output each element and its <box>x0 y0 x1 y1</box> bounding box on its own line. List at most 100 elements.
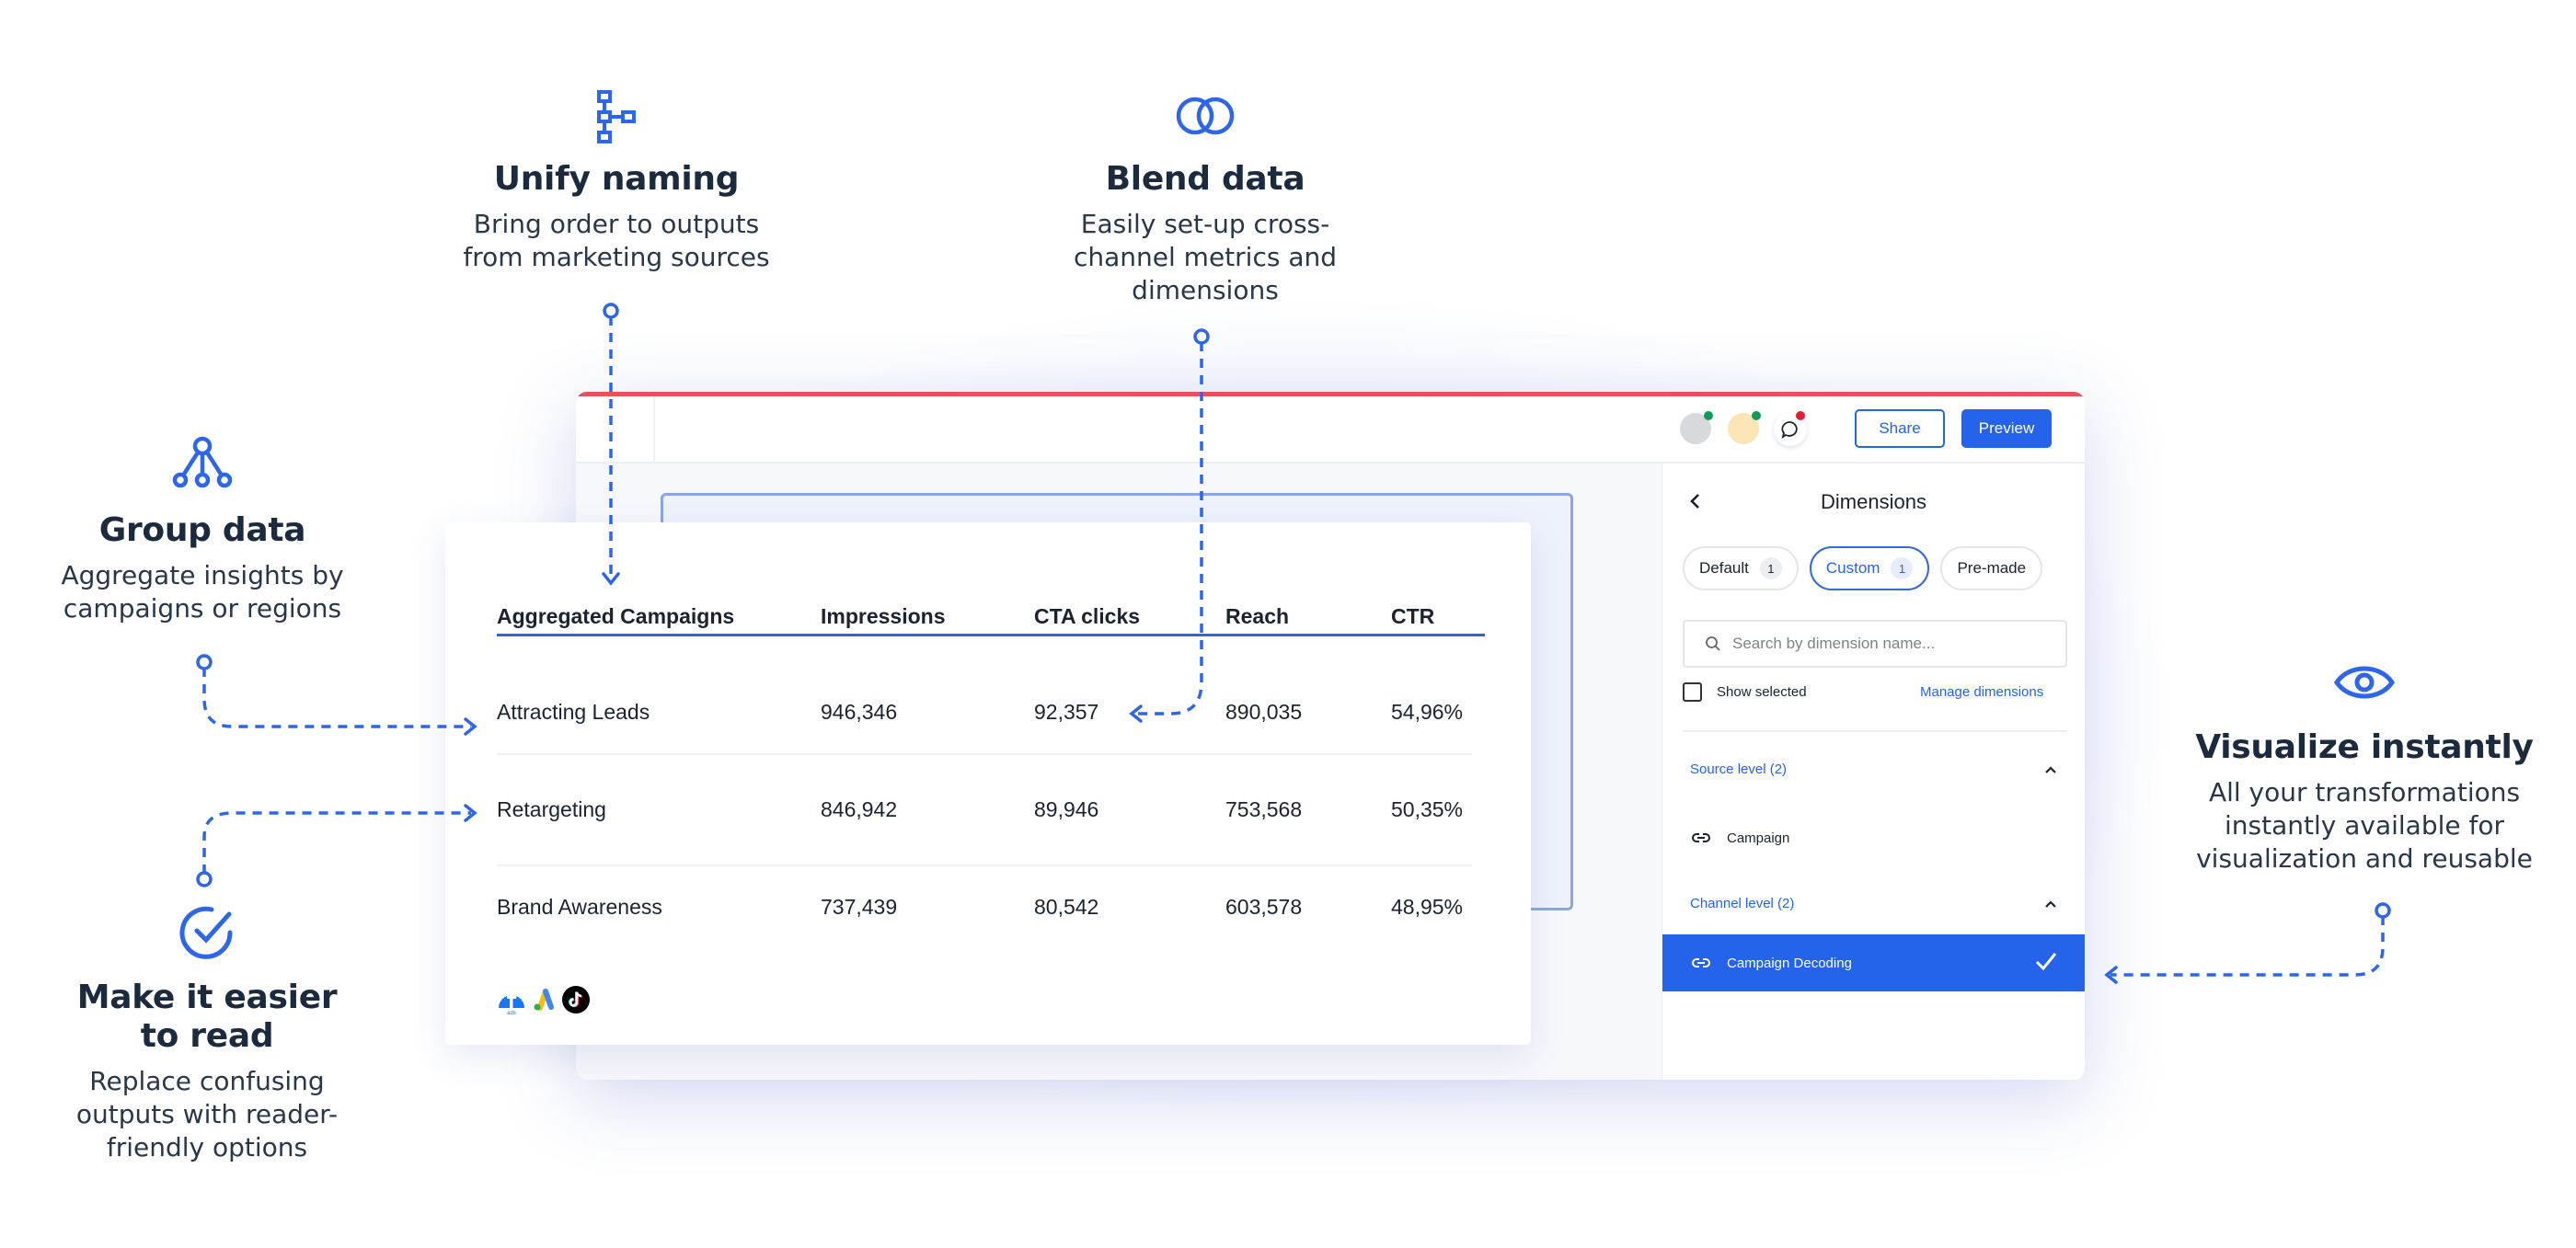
feature-title: Unify naming <box>493 160 740 198</box>
preview-button[interactable]: Preview <box>1961 409 2052 448</box>
divider <box>1683 730 2067 732</box>
show-selected-toggle[interactable]: Show selected <box>1683 682 1807 702</box>
desc-line: from marketing sources <box>463 242 770 272</box>
column-header[interactable]: Impressions <box>821 604 1034 629</box>
search-icon <box>1706 636 1720 651</box>
desc-line: Aggregate insights by <box>61 560 344 590</box>
tab-pre-made[interactable]: Pre-made <box>1940 546 2043 590</box>
cell-impressions: 946,346 <box>821 699 898 724</box>
connector-group-data <box>202 668 471 728</box>
connector-anchor <box>1193 328 1210 345</box>
desc-line: dimensions <box>1132 275 1279 305</box>
dimension-label: Campaign <box>1727 830 1790 846</box>
cell-campaign: Retargeting <box>497 796 606 821</box>
desc-line: channel metrics and <box>1073 242 1338 272</box>
group-header-source-level[interactable]: Source level (2) <box>1690 761 2058 777</box>
group-label: Channel level (2) <box>1690 896 1795 911</box>
cell-reach: 753,568 <box>1225 796 1303 821</box>
connector-anchor <box>196 654 213 670</box>
title-line: Make it easier <box>76 979 338 1016</box>
cell-ctr: 50,35% <box>1391 796 1464 821</box>
cell-cta-clicks: 89,946 <box>1034 796 1099 821</box>
connector-visualize <box>2110 916 2385 977</box>
tab-count-badge: 1 <box>1759 557 1782 579</box>
tab-count-badge: 1 <box>1891 557 1914 579</box>
desc-line: instantly available for <box>2224 810 2504 841</box>
feature-blend-data: Blend data Easily set-up cross- channel … <box>1049 96 1362 307</box>
tab-label: Default <box>1699 559 1749 577</box>
tree-nodes-icon <box>172 436 233 488</box>
feature-title: Make it easier to read <box>55 979 359 1056</box>
overlapping-circles-icon <box>1176 97 1235 135</box>
feature-description: All your transformations instantly avail… <box>2162 776 2567 876</box>
column-header[interactable]: CTA clicks <box>1034 604 1225 629</box>
topbar-left-segment <box>576 396 655 464</box>
eye-icon <box>2334 666 2395 699</box>
feature-description: Replace confusing outputs with reader- f… <box>55 1065 359 1164</box>
table-row[interactable]: Brand Awareness 737,439 80,542 603,578 4… <box>497 888 1472 925</box>
panel-title: Dimensions <box>1821 490 1926 513</box>
facebook-ads-caption: ads <box>507 1011 516 1015</box>
show-selected-checkbox[interactable] <box>1683 682 1702 702</box>
connector-anchor <box>603 303 619 319</box>
aggregated-campaigns-table: Aggregated Campaigns Impressions CTA cli… <box>445 522 1531 1045</box>
feature-description: Aggregate insights by campaigns or regio… <box>55 559 350 625</box>
chat-bubble-icon <box>1781 421 1798 439</box>
desc-line: visualization and reusable <box>2196 843 2533 874</box>
dimension-search-input[interactable] <box>1732 635 2045 653</box>
table-row[interactable]: Attracting Leads 946,346 92,357 890,035 … <box>497 693 1472 730</box>
online-status-dot <box>1752 411 1761 420</box>
chevron-up-icon[interactable] <box>2043 764 2058 775</box>
comments-button[interactable] <box>1774 411 1807 446</box>
tab-label: Custom <box>1825 559 1880 577</box>
app-topbar: Share Preview <box>576 392 2085 464</box>
tab-custom[interactable]: Custom 1 <box>1809 546 1930 590</box>
facebook-ads-icon: ads <box>499 989 524 1015</box>
cell-cta-clicks: 92,357 <box>1034 699 1099 724</box>
table-row[interactable]: Retargeting 846,942 89,946 753,568 50,35… <box>497 791 1472 828</box>
connector-anchor <box>2375 902 2391 919</box>
dimension-label: Campaign Decoding <box>1727 955 1852 971</box>
cell-cta-clicks: 80,542 <box>1034 894 1099 919</box>
group-header-channel-level[interactable]: Channel level (2) <box>1690 896 2058 911</box>
header-underline <box>497 634 1485 636</box>
avatar[interactable] <box>1728 411 1761 444</box>
column-header[interactable]: Aggregated Campaigns <box>497 604 821 629</box>
desc-line: Bring order to outputs <box>473 209 760 239</box>
link-icon <box>1692 958 1710 967</box>
tab-label: Pre-made <box>1957 559 2027 577</box>
dimensions-panel: Dimensions Default 1 Custom 1 Pre-made S… <box>1662 464 2085 1080</box>
feature-group-data: Group data Aggregate insights by campaig… <box>55 436 350 625</box>
row-divider <box>497 753 1472 755</box>
dimension-tabs: Default 1 Custom 1 Pre-made <box>1683 546 2043 590</box>
tiktok-icon <box>562 986 590 1013</box>
checkmark-icon <box>2035 953 2057 971</box>
desc-line: Replace confusing <box>89 1066 325 1096</box>
title-line: to read <box>140 1017 274 1055</box>
desc-line: friendly options <box>106 1132 308 1162</box>
column-header[interactable]: CTR <box>1391 604 1465 629</box>
manage-dimensions-link[interactable]: Manage dimensions <box>1920 684 2043 700</box>
check-circle-icon <box>179 906 233 959</box>
cell-impressions: 737,439 <box>821 894 898 919</box>
feature-description: Easily set-up cross- channel metrics and… <box>1049 208 1362 307</box>
desc-line: outputs with reader- <box>75 1099 339 1129</box>
chevron-up-icon[interactable] <box>2043 899 2058 910</box>
desc-line: All your transformations <box>2208 777 2521 807</box>
arrowhead-left-icon <box>2104 966 2118 984</box>
feature-make-readable: Make it easier to read Replace confusing… <box>55 905 359 1164</box>
desc-line: Easily set-up cross- <box>1080 209 1330 239</box>
link-icon <box>1692 833 1710 842</box>
avatar[interactable] <box>1680 411 1713 444</box>
connector-anchor <box>196 871 213 887</box>
dimension-search[interactable] <box>1683 620 2067 668</box>
feature-description: Bring order to outputs from marketing so… <box>460 208 773 274</box>
google-ads-icon <box>534 989 554 1011</box>
cell-campaign: Brand Awareness <box>497 894 662 919</box>
dimension-item[interactable]: Campaign <box>1662 809 2085 866</box>
feature-title: Group data <box>98 511 306 549</box>
dimension-item-selected[interactable]: Campaign Decoding <box>1662 934 2085 991</box>
share-button[interactable]: Share <box>1855 409 1945 448</box>
column-header[interactable]: Reach <box>1225 604 1391 629</box>
tab-default[interactable]: Default 1 <box>1683 546 1799 590</box>
